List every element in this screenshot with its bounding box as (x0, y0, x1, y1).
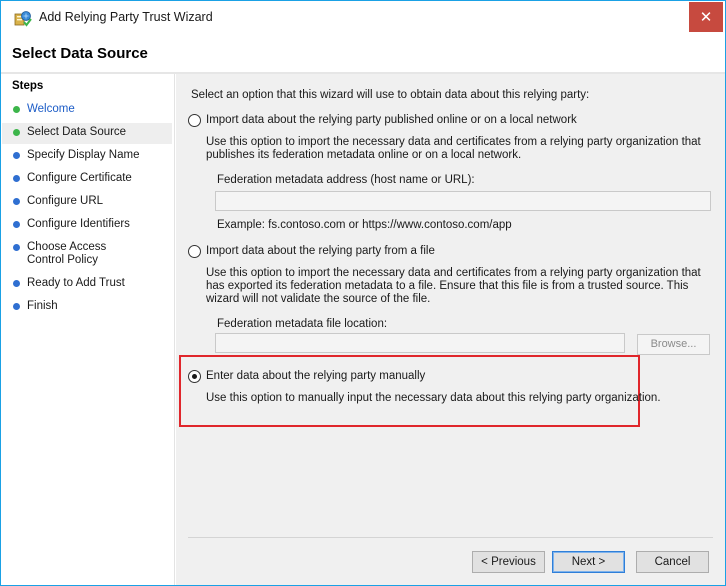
cancel-button[interactable]: Cancel (636, 551, 709, 573)
step-configure-certificate: Configure Certificate (2, 172, 172, 185)
next-button[interactable]: Next > (552, 551, 625, 573)
step-configure-url: Configure URL (2, 195, 172, 208)
step-label: Finish (27, 300, 58, 312)
option-online-label[interactable]: Import data about the relying party publ… (206, 114, 577, 126)
steps-pane: Steps Welcome Select Data Source Specify… (2, 74, 175, 585)
step-pending-icon (13, 280, 20, 287)
intro-text: Select an option that this wizard will u… (191, 89, 590, 101)
option-manual-description: Use this option to manually input the ne… (206, 392, 661, 404)
step-label: Specify Display Name (27, 149, 140, 161)
wizard-window: Add Relying Party Trust Wizard ✕ Select … (0, 0, 726, 586)
step-label: Select Data Source (27, 126, 127, 138)
step-label: Configure Identifiers (27, 218, 130, 230)
metadata-file-input[interactable] (215, 333, 625, 353)
step-welcome[interactable]: Welcome (2, 103, 172, 116)
option-manual-radio[interactable] (188, 370, 201, 383)
step-pending-icon (13, 175, 20, 182)
step-select-data-source: Select Data Source (2, 123, 172, 144)
metadata-address-input[interactable] (215, 191, 711, 211)
step-label: Choose Access Control Policy (27, 241, 107, 266)
option-online-radio[interactable] (188, 114, 201, 127)
step-pending-icon (13, 198, 20, 205)
window-title: Add Relying Party Trust Wizard (39, 10, 213, 24)
step-current-icon (13, 129, 20, 136)
option-manual-label[interactable]: Enter data about the relying party manua… (206, 370, 425, 382)
option-file-description: Use this option to import the necessary … (206, 267, 701, 305)
step-pending-icon (13, 152, 20, 159)
option-file-radio[interactable] (188, 245, 201, 258)
step-finish: Finish (2, 300, 172, 313)
step-label: Configure URL (27, 195, 104, 207)
footer-divider (188, 537, 713, 538)
relying-party-trust-icon (14, 11, 32, 27)
step-configure-identifiers: Configure Identifiers (2, 218, 172, 231)
close-button[interactable]: ✕ (689, 2, 723, 32)
step-pending-icon (13, 303, 20, 310)
step-pending-icon (13, 221, 20, 228)
metadata-address-example: Example: fs.contoso.com or https://www.c… (217, 219, 512, 231)
step-pending-icon (13, 244, 20, 251)
step-ready-to-add-trust: Ready to Add Trust (2, 277, 172, 290)
metadata-file-label: Federation metadata file location: (217, 318, 388, 330)
step-complete-icon (13, 106, 20, 113)
previous-button[interactable]: < Previous (472, 551, 545, 573)
page-title: Select Data Source (12, 45, 148, 62)
title-bar[interactable]: Add Relying Party Trust Wizard ✕ (1, 1, 725, 34)
page-header: Select Data Source (1, 34, 725, 72)
step-choose-access-control-policy: Choose Access Control Policy (2, 241, 142, 267)
option-online-description: Use this option to import the necessary … (206, 136, 701, 161)
close-icon: ✕ (699, 8, 713, 26)
metadata-address-label: Federation metadata address (host name o… (217, 174, 475, 186)
option-file-label[interactable]: Import data about the relying party from… (206, 245, 435, 257)
step-label: Configure Certificate (27, 172, 132, 184)
content-pane: Select an option that this wizard will u… (176, 74, 725, 585)
steps-heading: Steps (12, 80, 44, 92)
step-label: Ready to Add Trust (27, 277, 125, 289)
manual-option-highlight (179, 355, 640, 427)
step-label: Welcome (27, 103, 75, 115)
step-specify-display-name: Specify Display Name (2, 149, 172, 162)
browse-button[interactable]: Browse... (637, 334, 710, 355)
